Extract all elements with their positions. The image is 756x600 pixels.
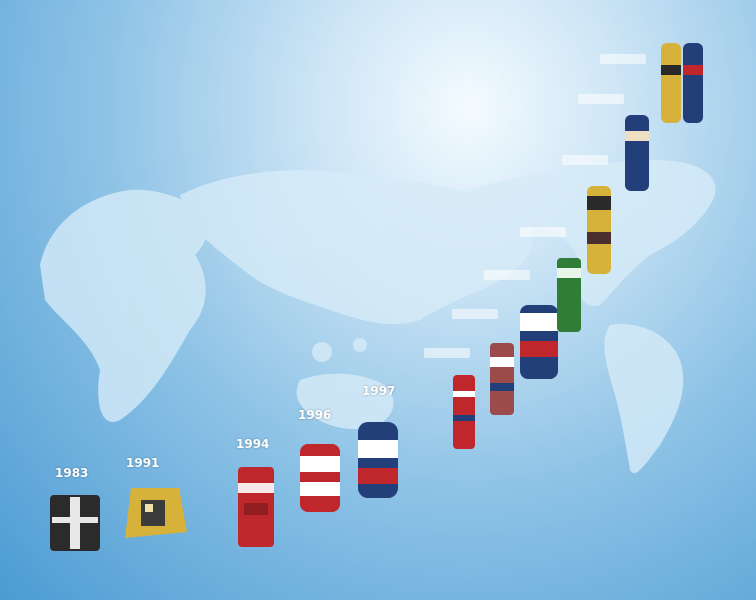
year-tag [484,270,530,280]
year-tag [452,309,498,319]
year-label: 1996 [298,408,332,422]
year-label: 1994 [236,437,270,451]
small-striped-battery-icon [490,343,514,415]
year-tag [600,54,646,64]
battery-pair-icon [661,43,703,123]
world-map-icon [40,159,716,474]
blue-can-battery-icon [358,422,398,498]
year-tag [578,94,624,104]
year-tag [520,227,566,237]
green-battery-icon [557,258,581,332]
small-red-battery-icon [453,375,475,449]
world-map-timeline: 1983 1991 1994 1996 1997 [0,0,756,600]
red-can-battery-icon [238,467,274,547]
year-tag [424,348,470,358]
black-square-battery-icon [50,495,100,551]
year-label: 1991 [126,456,160,470]
blue-cylinder-battery-icon [625,115,649,191]
year-tag [562,155,608,165]
white-blue-battery-icon [520,305,558,379]
year-label: 1983 [55,466,89,480]
gold-square-battery-icon [125,488,187,538]
gold-cylinder-battery-icon [587,186,611,274]
year-label: 1997 [362,384,396,398]
red-white-can-battery-icon [300,444,340,512]
